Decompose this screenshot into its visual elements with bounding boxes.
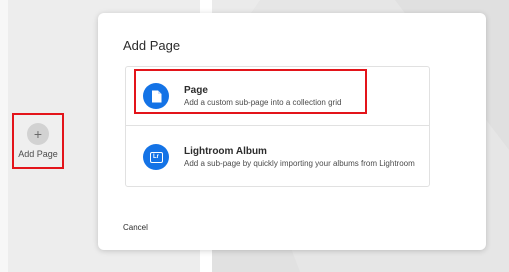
option-page[interactable]: Page Add a custom sub-page into a collec… — [126, 67, 429, 126]
dialog-title: Add Page — [123, 38, 181, 53]
page-icon — [143, 83, 169, 109]
option-lightroom-description: Add a sub-page by quickly importing your… — [184, 159, 415, 168]
lightroom-icon: Lr — [143, 144, 169, 170]
plus-icon: + — [27, 123, 49, 145]
option-lightroom-title: Lightroom Album — [184, 146, 267, 157]
add-page-tile-label: Add Page — [18, 149, 58, 159]
add-page-tile[interactable]: + Add Page — [12, 113, 64, 169]
option-page-title: Page — [184, 85, 208, 96]
option-page-description: Add a custom sub-page into a collection … — [184, 98, 342, 107]
page-type-options: Page Add a custom sub-page into a collec… — [125, 66, 430, 187]
cancel-button[interactable]: Cancel — [123, 223, 148, 232]
option-lightroom-album[interactable]: Lr Lightroom Album Add a sub-page by qui… — [126, 127, 429, 187]
add-page-dialog: Add Page Page Add a custom sub-page into… — [98, 13, 486, 250]
lightroom-icon-text: Lr — [153, 154, 159, 160]
